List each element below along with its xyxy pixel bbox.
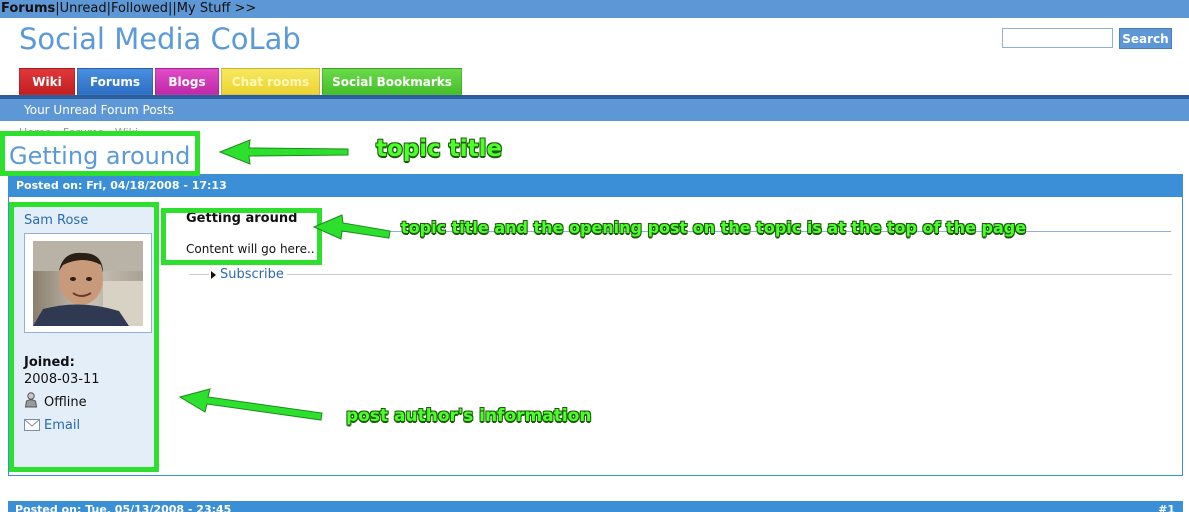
tab-blogs[interactable]: Blogs [155, 68, 219, 95]
triangle-right-icon [211, 270, 216, 279]
arrow-topic-title [218, 139, 349, 165]
tab-social-bookmarks[interactable]: Social Bookmarks [322, 68, 462, 95]
annotation-box-opening-post [161, 208, 322, 265]
annotation-box-author-info [9, 202, 159, 472]
post-number[interactable]: #1 [1158, 501, 1175, 512]
top-nav-bar: Forums|Unread|Followed||My Stuff >> [0, 0, 1189, 18]
annotation-author-info: post author's information [346, 406, 592, 426]
subscribe-label[interactable]: Subscribe [220, 267, 284, 282]
annotation-opening-post: topic title and the opening post on the … [401, 218, 1027, 237]
post-links-divider [189, 274, 1172, 275]
search-input[interactable] [1002, 28, 1113, 48]
tab-forums[interactable]: Forums [77, 68, 153, 95]
tab-wiki[interactable]: Wiki [19, 68, 75, 95]
second-post-date: Posted on: Tue, 05/13/2008 - 23:45 [15, 503, 232, 512]
post-header: Posted on: Fri, 04/18/2008 - 17:13 [9, 175, 1182, 197]
subnav-bar: Your Unread Forum Posts [0, 99, 1189, 121]
search-button[interactable]: Search [1119, 28, 1172, 49]
annotation-topic-title: topic title [376, 136, 503, 162]
forums-link[interactable]: Forums [1, 1, 55, 16]
unread-posts-link[interactable]: Your Unread Forum Posts [24, 103, 174, 117]
second-post-header: Posted on: Tue, 05/13/2008 - 23:45 #1 [8, 501, 1183, 512]
annotation-box-topic-title [0, 131, 200, 176]
subscribe-link[interactable]: Subscribe [209, 267, 287, 282]
top-nav-links[interactable]: |Unread|Followed||My Stuff >> [55, 1, 256, 16]
site-title[interactable]: Social Media CoLab [19, 22, 301, 56]
tab-chat-rooms[interactable]: Chat rooms [221, 68, 320, 95]
